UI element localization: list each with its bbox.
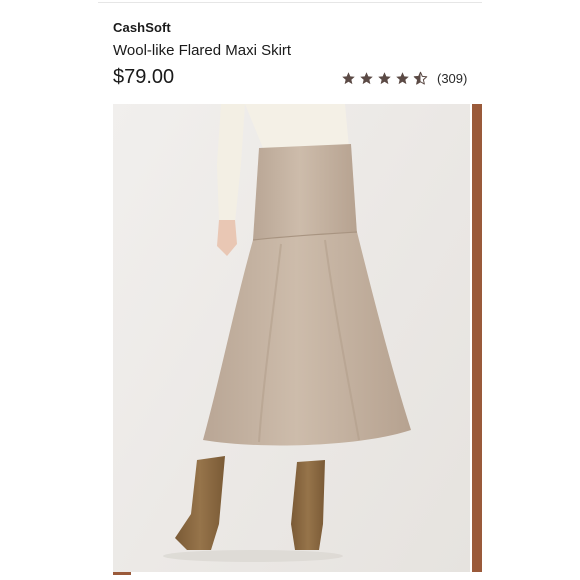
star-icon — [342, 71, 355, 84]
skirt-photo-illustration — [163, 104, 411, 562]
star-icon — [396, 71, 409, 84]
star-icon — [360, 71, 373, 84]
star-icon — [378, 71, 391, 84]
review-count[interactable]: (309) — [437, 71, 467, 86]
rating-stars — [341, 71, 431, 86]
carousel-indicator — [113, 572, 131, 575]
rating-summary[interactable]: (309) — [341, 69, 467, 87]
brand-name[interactable]: CashSoft — [113, 20, 171, 35]
half-star-icon — [413, 71, 428, 85]
product-title: Wool-like Flared Maxi Skirt — [113, 42, 292, 59]
top-divider — [98, 2, 482, 3]
next-image-peek[interactable] — [472, 104, 482, 572]
product-price: $79.00 — [113, 66, 175, 88]
product-image[interactable] — [113, 104, 470, 572]
